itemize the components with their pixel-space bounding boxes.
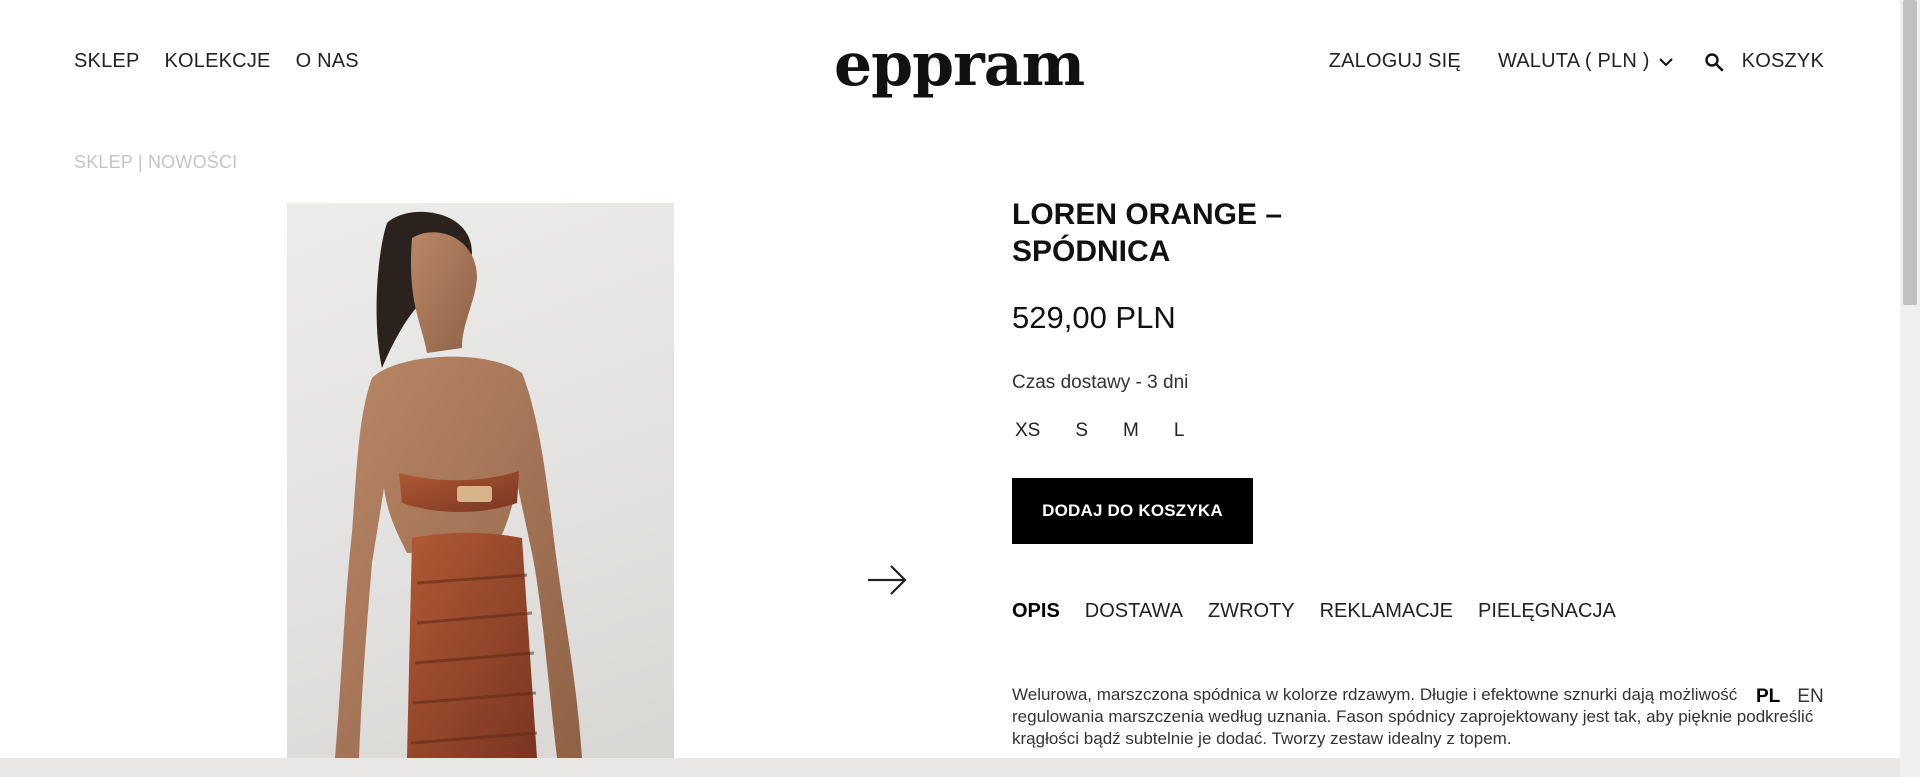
brand-logo[interactable]: eppram xyxy=(834,30,1085,100)
breadcrumb[interactable]: SKLEP | NOWOŚCI xyxy=(74,152,237,173)
add-to-cart-button[interactable]: DODAJ DO KOSZYKA xyxy=(1012,478,1253,544)
language-switcher: PL EN xyxy=(1756,686,1824,708)
lang-en[interactable]: EN xyxy=(1797,686,1823,708)
nav-shop[interactable]: SKLEP xyxy=(74,50,139,73)
tab-care[interactable]: PIELĘGNACJA xyxy=(1478,600,1616,623)
tab-description[interactable]: OPIS xyxy=(1012,600,1060,623)
size-option-m[interactable]: M xyxy=(1123,420,1139,442)
product-title-line1: LOREN ORANGE – xyxy=(1012,198,1283,231)
tab-shipping[interactable]: DOSTAWA xyxy=(1085,600,1183,623)
login-link[interactable]: ZALOGUJ SIĘ xyxy=(1329,50,1461,73)
tab-complaints[interactable]: REKLAMACJE xyxy=(1320,600,1453,623)
tab-returns[interactable]: ZWROTY xyxy=(1208,600,1295,623)
product-title-line2: SPÓDNICA xyxy=(1012,235,1171,268)
main-nav: SKLEP KOLEKCJE O NAS xyxy=(74,50,359,73)
scrollbar-track[interactable] xyxy=(1900,0,1920,777)
search-icon[interactable] xyxy=(1704,52,1724,72)
size-option-xs[interactable]: XS xyxy=(1015,420,1040,442)
lang-pl[interactable]: PL xyxy=(1756,686,1780,708)
product-description: Welurowa, marszczona spódnica w kolorze … xyxy=(1012,685,1814,748)
currency-label: WALUTA ( PLN ) xyxy=(1497,50,1650,72)
chevron-down-icon xyxy=(1658,57,1673,66)
nav-collections[interactable]: KOLEKCJE xyxy=(164,50,270,73)
size-option-l[interactable]: L xyxy=(1174,420,1185,442)
product-image xyxy=(287,203,674,758)
cart-link[interactable]: KOSZYK xyxy=(1742,50,1824,73)
nav-about[interactable]: O NAS xyxy=(296,50,359,73)
account-nav: ZALOGUJ SIĘ WALUTA ( PLN ) KOSZYK xyxy=(1292,50,1824,73)
bottom-bar xyxy=(0,758,1900,777)
product-title: LOREN ORANGE – SPÓDNICA xyxy=(1012,196,1282,270)
currency-selector[interactable]: WALUTA ( PLN ) xyxy=(1498,50,1674,73)
arrow-right-icon[interactable] xyxy=(866,562,908,598)
model-illustration xyxy=(335,211,582,758)
delivery-time: Czas dostawy - 3 dni xyxy=(1012,372,1189,393)
product-tabs: OPIS DOSTAWA ZWROTY REKLAMACJE PIELĘGNAC… xyxy=(1012,600,1616,623)
size-selector: XS S M L xyxy=(1015,420,1219,442)
product-price: 529,00 PLN xyxy=(1012,300,1176,335)
scrollbar-thumb[interactable] xyxy=(1903,0,1917,305)
size-option-s[interactable]: S xyxy=(1075,420,1088,442)
